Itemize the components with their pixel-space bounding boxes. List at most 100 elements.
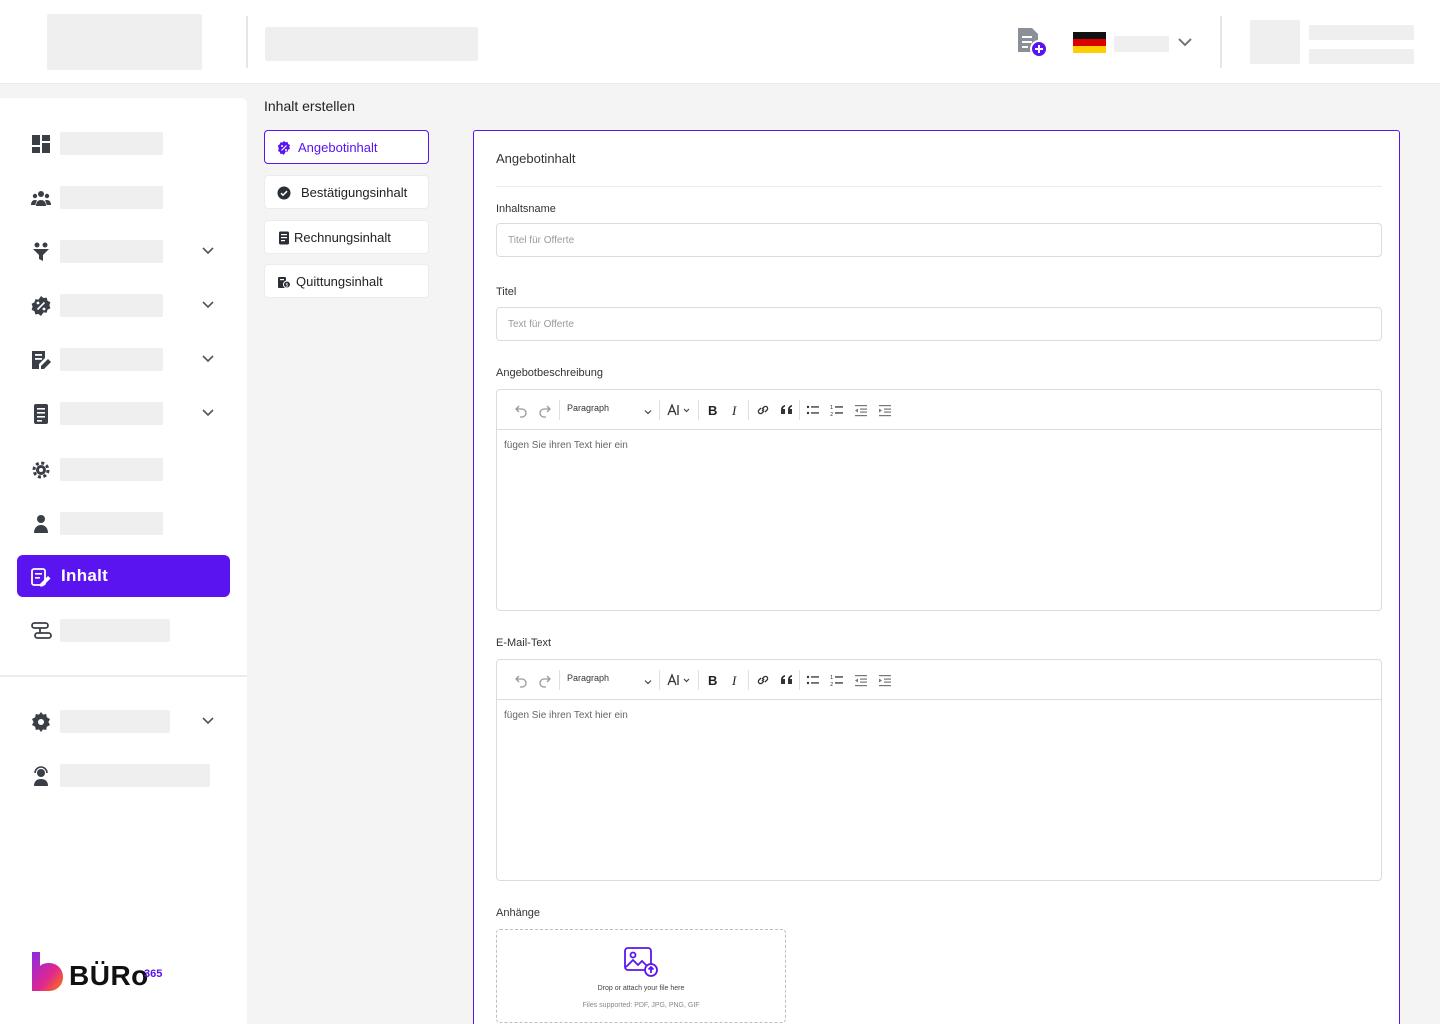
sidebar-item-offers[interactable] [17, 284, 230, 326]
numbered-list-icon[interactable]: 12 [829, 402, 845, 418]
sidebar-item-integrations[interactable] [17, 609, 230, 651]
indent-icon[interactable] [877, 402, 893, 418]
svg-text:B: B [708, 403, 717, 418]
chevron-down-icon[interactable] [643, 404, 653, 422]
editor-placeholder[interactable]: fügen Sie ihren Text hier ein [504, 710, 628, 721]
tab-receipt-content[interactable]: $ Quittungsinhalt [264, 264, 429, 298]
chevron-down-icon[interactable] [200, 713, 216, 729]
dropzone-instructions: Drop or attach your file here [597, 985, 685, 992]
add-document-icon[interactable] [1014, 26, 1050, 60]
chevron-down-icon[interactable] [200, 405, 216, 421]
toolbar-separator [698, 670, 699, 690]
tab-invoice-content[interactable]: Rechnungsinhalt [264, 220, 429, 254]
content-name-input[interactable] [496, 223, 1382, 257]
dashboard-icon [30, 133, 52, 155]
support-agent-icon [30, 765, 52, 787]
chevron-down-icon[interactable] [200, 351, 216, 367]
section-divider [496, 186, 1382, 187]
bold-icon[interactable]: B [705, 402, 719, 418]
edit-content-icon [30, 566, 52, 588]
tab-confirmation-content[interactable]: Bestätigungsinhalt [264, 175, 429, 209]
sidebar-item-services[interactable] [17, 448, 230, 490]
chevron-down-icon[interactable] [1175, 33, 1195, 51]
sidebar: Inhalt BÜRo 365 [0, 98, 247, 1024]
sidebar-item-label [60, 764, 210, 787]
link-icon[interactable] [755, 402, 771, 418]
sidebar-item-leads[interactable] [17, 230, 230, 272]
paragraph-style-select[interactable]: Paragraph [567, 403, 609, 413]
sidebar-item-label [60, 458, 163, 481]
sidebar-item-settings[interactable] [17, 700, 230, 742]
paragraph-style-select[interactable]: Paragraph [567, 673, 609, 683]
offer-description-label: Angebotbeschreibung [496, 367, 604, 379]
numbered-list-icon[interactable]: 12 [829, 672, 845, 688]
avatar[interactable] [1250, 20, 1300, 64]
editor-placeholder[interactable]: fügen Sie ihren Text hier ein [504, 440, 628, 451]
link-icon[interactable] [755, 672, 771, 688]
sidebar-item-documents[interactable] [17, 338, 230, 380]
route-icon [30, 620, 52, 642]
svg-text:1: 1 [830, 675, 833, 681]
undo-icon[interactable] [513, 402, 529, 418]
user-icon [30, 513, 52, 535]
svg-text:I: I [731, 673, 737, 688]
receipt-icon: $ [277, 275, 291, 289]
outdent-icon[interactable] [853, 402, 869, 418]
check-circle-icon [277, 186, 291, 200]
bold-icon[interactable]: B [705, 672, 719, 688]
blockquote-icon[interactable] [779, 402, 795, 418]
sidebar-item-customers[interactable] [17, 176, 230, 218]
header-divider [246, 16, 248, 68]
german-flag-icon[interactable] [1073, 32, 1106, 53]
italic-icon[interactable]: I [729, 672, 743, 688]
percent-badge-icon [30, 295, 52, 317]
sidebar-item-label: Inhalt [61, 566, 109, 585]
sidebar-item-label [60, 348, 163, 371]
chevron-down-icon[interactable] [200, 243, 216, 259]
brand-mark-icon [32, 952, 63, 991]
image-upload-icon [623, 946, 659, 978]
toolbar-separator [799, 670, 800, 690]
outdent-icon[interactable] [853, 672, 869, 688]
font-size-icon[interactable] [666, 672, 694, 688]
brand-logo[interactable]: BÜRo 365 [30, 950, 170, 996]
svg-text:2: 2 [830, 682, 833, 688]
editor-toolbar: Paragraph B I 12 [497, 390, 1381, 430]
italic-icon[interactable]: I [729, 402, 743, 418]
sidebar-item-support[interactable] [17, 754, 230, 796]
toolbar-separator [748, 400, 749, 420]
dropzone-supported-types: Files supported: PDF, JPG, PNG, GIF [582, 1002, 700, 1009]
title-input[interactable] [496, 307, 1382, 341]
brand-superscript: 365 [144, 968, 163, 980]
language-label-placeholder[interactable] [1114, 36, 1169, 52]
bulleted-list-icon[interactable] [805, 672, 821, 688]
tab-label: Rechnungsinhalt [294, 230, 391, 245]
sidebar-item-employees[interactable] [17, 502, 230, 544]
title-label: Titel [496, 286, 517, 298]
content-form-panel: Angebotinhalt Inhaltsname Titel Angebotb… [473, 130, 1400, 1024]
sidebar-item-dashboard[interactable] [17, 122, 230, 164]
chevron-down-icon[interactable] [643, 674, 653, 692]
bulleted-list-icon[interactable] [805, 402, 821, 418]
sidebar-item-label [60, 402, 163, 425]
logo-placeholder[interactable] [47, 14, 202, 70]
chevron-down-icon[interactable] [200, 297, 216, 313]
indent-icon[interactable] [877, 672, 893, 688]
toolbar-separator [559, 400, 560, 420]
redo-icon[interactable] [537, 402, 553, 418]
sidebar-item-label [60, 240, 163, 263]
invoice-icon [277, 231, 291, 245]
tab-offer-content[interactable]: Angebotinhalt [264, 130, 429, 164]
users-group-icon [30, 187, 52, 209]
toolbar-separator [659, 400, 660, 420]
sidebar-item-label [60, 186, 163, 209]
sidebar-item-label [60, 619, 170, 642]
sidebar-item-invoices[interactable] [17, 392, 230, 434]
font-size-icon[interactable] [666, 402, 694, 418]
sidebar-item-content[interactable]: Inhalt [17, 555, 230, 597]
redo-icon[interactable] [537, 672, 553, 688]
undo-icon[interactable] [513, 672, 529, 688]
svg-text:$: $ [285, 283, 288, 289]
file-dropzone[interactable]: Drop or attach your file here Files supp… [496, 929, 786, 1023]
blockquote-icon[interactable] [779, 672, 795, 688]
